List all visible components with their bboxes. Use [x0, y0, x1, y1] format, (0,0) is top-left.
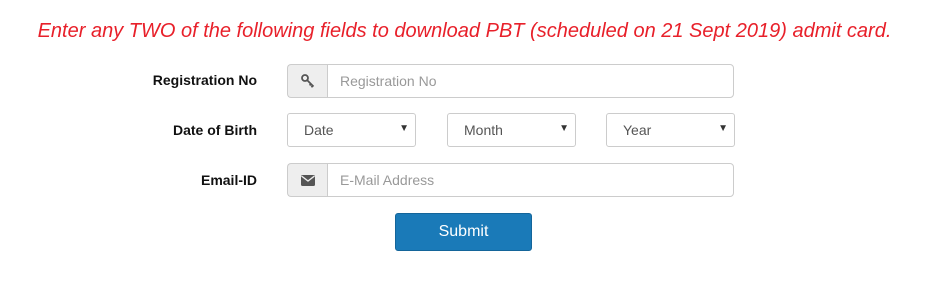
email-group — [287, 163, 734, 197]
submit-button[interactable]: Submit — [395, 213, 532, 251]
registration-group — [287, 64, 734, 98]
email-input[interactable] — [327, 163, 734, 197]
key-icon — [287, 64, 327, 98]
year-select-value: Year — [623, 122, 652, 138]
chevron-down-icon: ▼ — [399, 123, 409, 134]
year-select[interactable]: Year ▼ — [606, 113, 735, 147]
instruction-text: Enter any TWO of the following fields to… — [37, 20, 892, 42]
registration-input[interactable] — [327, 64, 734, 98]
registration-label: Registration No — [152, 72, 257, 88]
chevron-down-icon: ▼ — [559, 123, 569, 134]
month-select[interactable]: Month ▼ — [447, 113, 576, 147]
date-select[interactable]: Date ▼ — [287, 113, 416, 147]
envelope-icon — [287, 163, 327, 197]
month-select-value: Month — [464, 122, 503, 138]
chevron-down-icon: ▼ — [718, 123, 728, 134]
email-label: Email-ID — [200, 172, 257, 188]
date-select-value: Date — [304, 122, 334, 138]
dob-label: Date of Birth — [173, 122, 257, 138]
